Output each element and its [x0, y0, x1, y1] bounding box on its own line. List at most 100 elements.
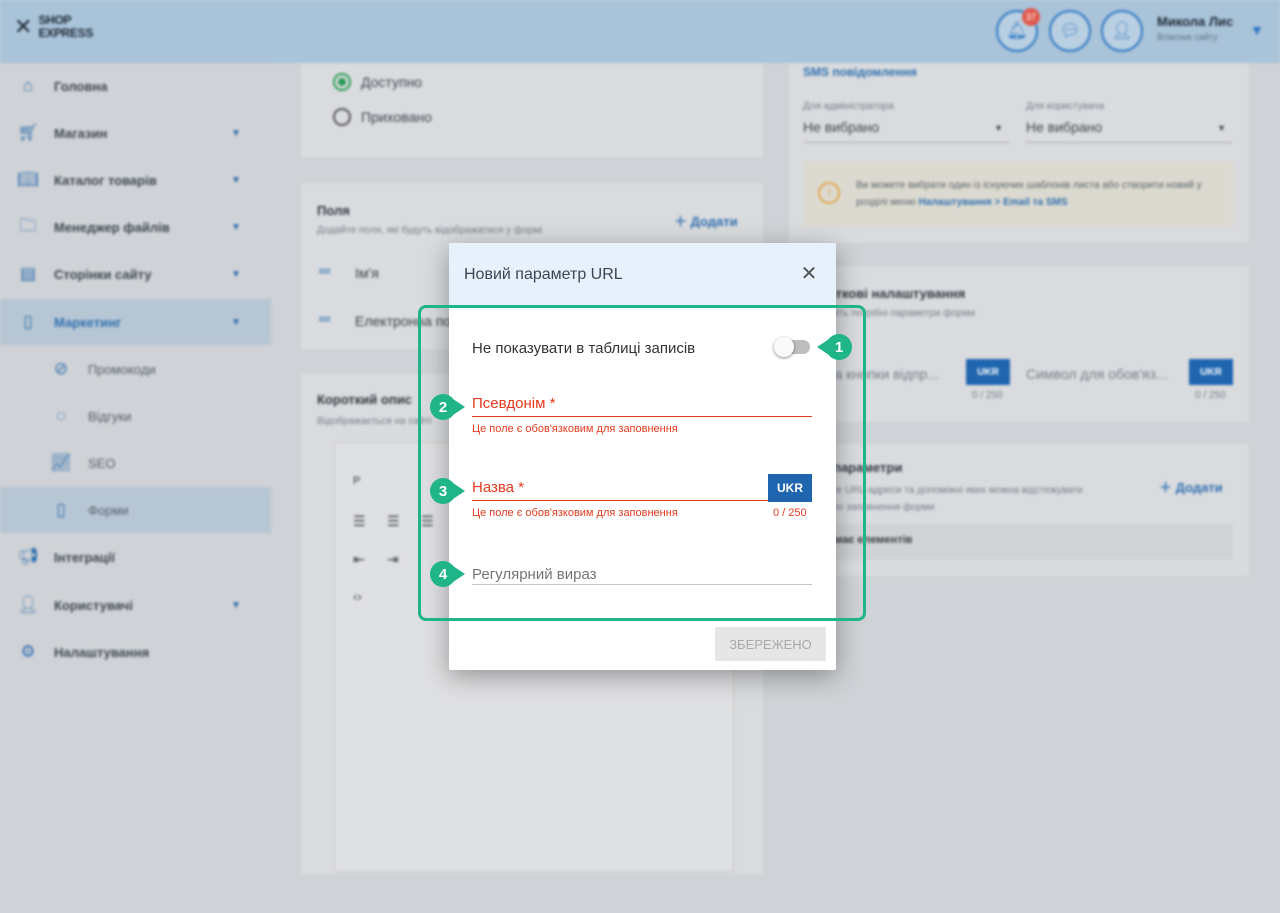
notifications-button[interactable]: 🔔︎ 37: [996, 8, 1040, 52]
sidebar-item-label: Промокоди: [88, 361, 156, 377]
dialog-title: Новий параметр URL: [464, 266, 623, 283]
user-menu[interactable]: Микола Лис Власник сайту: [1157, 14, 1247, 42]
user-icon: 👤︎: [1111, 21, 1133, 40]
close-icon[interactable]: ✕: [798, 263, 820, 285]
sidebar-item-settings[interactable]: ⚙ Налаштування: [0, 629, 271, 675]
sms-admin-select[interactable]: Не вибрано ▼: [803, 119, 1009, 143]
sidebar-item-files[interactable]: 🗀︎ Менеджер файлів ▼: [0, 204, 271, 250]
logo-icon: ✕: [14, 14, 33, 39]
sms-card: SMS повідомлення Для адміністратора Не в…: [789, 63, 1249, 243]
caret-down-icon: ▼: [994, 123, 1003, 133]
integrations-icon: 📢︎: [17, 547, 39, 566]
home-icon: ⌂: [22, 76, 34, 95]
fields-subtitle: Додайте поля, які будуть відображатися у…: [317, 225, 543, 236]
sms-user-value: Не вибрано: [1026, 119, 1103, 135]
plus-icon: ＋: [674, 214, 691, 229]
drag-handle-icon[interactable]: ═: [319, 311, 330, 329]
sidebar-item-catalog[interactable]: 📖︎ Каталог товарів ▼: [0, 157, 271, 203]
sidebar-item-shop[interactable]: 🛒︎ Магазин ▼: [0, 110, 271, 156]
radio-hidden[interactable]: [333, 108, 351, 126]
book-icon: 📖︎: [17, 170, 39, 189]
cart-icon: 🛒︎: [17, 123, 39, 142]
outdent-icon[interactable]: ⇤: [353, 551, 365, 568]
sidebar-item-pages[interactable]: ▤ Сторінки сайту ▼: [0, 251, 271, 297]
lang-button[interactable]: UKR: [1189, 359, 1233, 385]
drag-handle-icon[interactable]: ═: [319, 263, 330, 281]
align-center-icon[interactable]: ☰: [387, 513, 400, 530]
chevron-down-icon: ▼: [231, 268, 241, 280]
sidebar-item-label: Налаштування: [54, 644, 150, 660]
radio-visible[interactable]: [333, 73, 351, 91]
align-left-icon[interactable]: ☰: [353, 513, 366, 530]
sidebar-item-home[interactable]: ⌂ Головна: [0, 63, 271, 109]
sms-info-link[interactable]: Налаштування > Email та SMS: [919, 197, 1068, 208]
user-name: Микола Лис: [1157, 14, 1234, 29]
save-button[interactable]: ЗБЕРЕЖЕНО: [715, 627, 826, 661]
caret-down-icon: ▼: [1217, 123, 1226, 133]
radio-visible-label: Доступно: [361, 74, 423, 90]
fields-title: Поля: [317, 203, 350, 218]
add-field-label: Додати: [690, 214, 738, 229]
code-icon[interactable]: ‹›: [353, 589, 362, 604]
sidebar-item-label: SEO: [88, 455, 116, 471]
sidebar-item-promo[interactable]: ⊘ Промокоди: [0, 346, 271, 392]
highlight-frame: [418, 305, 866, 621]
callout-marker-1: 1: [817, 334, 852, 360]
callout-marker-4: 4: [430, 561, 465, 587]
reviews-icon: ◌: [55, 406, 67, 425]
char-counter: 0 / 250: [972, 390, 1003, 401]
profile-button[interactable]: 👤︎: [1101, 10, 1143, 52]
required-symbol-input[interactable]: Символ для обов'яз...: [1026, 366, 1168, 382]
sidebar-item-label: Головна: [54, 78, 108, 94]
sidebar-item-users[interactable]: 👤︎ Користувачі ▼: [0, 582, 271, 628]
short-desc-title: Короткий опис: [317, 392, 412, 407]
add-url-param-label: Додати: [1175, 480, 1223, 495]
users-icon: 👤︎: [17, 595, 39, 614]
sms-info-box: ! Ви можете вибрати один із існуючих шаб…: [803, 161, 1233, 227]
visibility-card: Доступно Приховано: [301, 63, 763, 157]
sidebar-item-marketing[interactable]: ▯ Маркетинг ▼: [0, 299, 271, 345]
sidebar-item-seo[interactable]: 📈︎ SEO: [0, 440, 271, 486]
promo-icon: ⊘: [53, 359, 69, 378]
chevron-down-icon[interactable]: ▼: [1250, 22, 1264, 38]
dialog-header: Новий параметр URL ✕: [449, 243, 836, 307]
marketing-icon: ▯: [23, 312, 33, 331]
sms-admin-value: Не вибрано: [803, 119, 880, 135]
forms-icon: ▯: [56, 500, 66, 519]
top-header: ✕ SHOP EXPRESS 🔔︎ 37 💬︎ 👤︎ Микола Лис Вл…: [0, 0, 1280, 63]
indent-icon[interactable]: ⇥: [387, 551, 399, 568]
pages-icon: ▤: [19, 264, 37, 283]
folder-icon: 🗀︎: [19, 215, 37, 235]
sidebar-item-label: Менеджер файлів: [54, 219, 170, 235]
chat-icon: 💬︎: [1059, 21, 1081, 40]
info-icon: !: [818, 182, 840, 204]
sidebar-item-label: Магазин: [54, 125, 108, 141]
sidebar-item-label: Інтеграції: [54, 549, 115, 565]
plus-icon: ＋: [1159, 480, 1176, 495]
format-select[interactable]: P: [353, 475, 360, 487]
sidebar-item-label: Сторінки сайту: [54, 266, 152, 282]
lang-button[interactable]: UKR: [966, 359, 1010, 385]
messages-button[interactable]: 💬︎: [1049, 10, 1091, 52]
chevron-down-icon: ▼: [231, 599, 241, 611]
sidebar-item-label: Каталог товарів: [54, 172, 157, 188]
add-field-button[interactable]: ＋ Додати: [674, 211, 738, 230]
sidebar-item-label: Користувачі: [54, 597, 133, 613]
logo-text: SHOP EXPRESS: [38, 13, 94, 40]
sms-user-select[interactable]: Не вибрано ▼: [1026, 119, 1232, 143]
callout-marker-2: 2: [430, 394, 465, 420]
sidebar-item-reviews[interactable]: ◌ Відгуки: [0, 393, 271, 439]
sidebar: ⌂ Головна 🛒︎ Магазин ▼ 📖︎ Каталог товарів ▼ 🗀…: [0, 63, 271, 913]
field-row-label: Ім'я: [355, 265, 379, 281]
sms-user-label: Для користувача: [1026, 101, 1105, 112]
user-role: Власник сайту: [1157, 32, 1218, 42]
chevron-down-icon: ▼: [231, 127, 241, 139]
sms-admin-label: Для адміністратора: [803, 101, 894, 112]
sidebar-item-integrations[interactable]: 📢︎ Інтеграції: [0, 534, 271, 580]
short-desc-subtitle: Відображається на сайті: [317, 416, 432, 427]
add-url-param-button[interactable]: ＋ Додати: [1159, 477, 1223, 496]
radio-hidden-label: Приховано: [361, 109, 432, 125]
logo[interactable]: ✕ SHOP EXPRESS: [14, 14, 93, 40]
sidebar-item-forms[interactable]: ▯ Форми: [0, 487, 271, 533]
settings-icon: ⚙: [20, 642, 36, 661]
